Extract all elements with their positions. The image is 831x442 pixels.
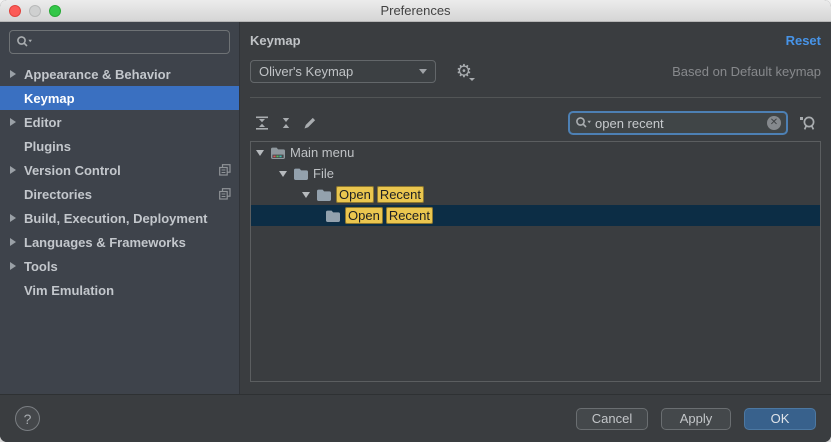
help-button[interactable]: ? xyxy=(15,406,40,431)
collapse-arrow-icon[interactable] xyxy=(279,171,293,177)
tree-row-file[interactable]: File xyxy=(251,163,820,184)
sidebar-item-label: Vim Emulation xyxy=(24,283,114,298)
titlebar: Preferences xyxy=(0,0,831,22)
search-icon xyxy=(575,116,593,130)
clear-search-icon[interactable]: ✕ xyxy=(767,116,781,130)
expand-arrow-icon[interactable] xyxy=(10,70,24,78)
tree-icon-wrap xyxy=(293,167,313,181)
sidebar-item-label: Appearance & Behavior xyxy=(24,67,171,82)
keymap-panel: Keymap Reset Oliver's Keymap ⚙ Based on … xyxy=(240,22,831,394)
tree-icon-wrap xyxy=(316,188,336,202)
sidebar-item-keymap[interactable]: Keymap xyxy=(0,86,239,110)
search-match-highlight: Recent xyxy=(377,186,424,203)
collapse-arrow-icon[interactable] xyxy=(256,150,270,156)
keymap-select-value: Oliver's Keymap xyxy=(259,64,419,79)
sidebar-item-label: Editor xyxy=(24,115,62,130)
expand-arrow-icon[interactable] xyxy=(10,262,24,270)
settings-nav-list: Appearance & Behavior Keymap Editor Plugins… xyxy=(0,62,239,302)
keymap-toolbar: ✕ xyxy=(250,110,821,136)
sidebar-item-label: Directories xyxy=(24,187,92,202)
page-title: Keymap xyxy=(250,33,301,48)
chevron-down-icon xyxy=(469,78,475,81)
search-match-highlight: Open xyxy=(336,186,374,203)
tree-icon-wrap xyxy=(325,209,345,223)
folder-icon xyxy=(316,188,332,202)
header-separator xyxy=(250,97,821,98)
tree-row-label: OpenRecent xyxy=(336,187,427,202)
sidebar-item-appearance-behavior[interactable]: Appearance & Behavior xyxy=(0,62,239,86)
pencil-icon xyxy=(303,116,317,130)
sidebar-item-tools[interactable]: Tools xyxy=(0,254,239,278)
collapse-arrow-icon[interactable] xyxy=(302,192,316,198)
tree-row-main-menu[interactable]: Main menu xyxy=(251,142,820,163)
sidebar-item-editor[interactable]: Editor xyxy=(0,110,239,134)
tree-row-open-recent[interactable]: OpenRecent xyxy=(251,205,820,226)
sidebar-item-directories[interactable]: Directories xyxy=(0,182,239,206)
actions-tree: Main menuFileOpenRecentOpenRecent xyxy=(250,141,821,382)
sidebar-item-label: Version Control xyxy=(24,163,121,178)
tree-row-label: File xyxy=(313,166,334,181)
sidebar-item-vim-emulation[interactable]: Vim Emulation xyxy=(0,278,239,302)
expand-arrow-icon[interactable] xyxy=(10,214,24,222)
search-match-highlight: Open xyxy=(345,207,383,224)
tree-icon-wrap xyxy=(270,146,290,160)
tree-row-label: Main menu xyxy=(290,145,354,160)
sidebar-item-version-control[interactable]: Version Control xyxy=(0,158,239,182)
tree-row-label: OpenRecent xyxy=(345,208,436,223)
expand-all-icon xyxy=(255,116,269,130)
expand-arrow-icon[interactable] xyxy=(10,166,24,174)
main-menu-icon xyxy=(270,146,286,160)
sidebar-item-label: Build, Execution, Deployment xyxy=(24,211,207,226)
sidebar-search-input[interactable] xyxy=(34,34,223,51)
sidebar-item-label: Plugins xyxy=(24,139,71,154)
apply-button[interactable]: Apply xyxy=(661,408,731,430)
chevron-down-icon xyxy=(419,69,427,74)
folder-icon xyxy=(325,209,341,223)
expand-all-button[interactable] xyxy=(250,112,274,134)
keymap-search-field[interactable]: ✕ xyxy=(568,111,788,135)
collapse-all-icon xyxy=(279,116,293,130)
based-on-label: Based on Default keymap xyxy=(672,64,821,79)
find-by-shortcut-button[interactable] xyxy=(795,111,821,135)
sidebar-item-label: Tools xyxy=(24,259,58,274)
folder-icon xyxy=(293,167,309,181)
expand-arrow-icon[interactable] xyxy=(10,238,24,246)
search-match-highlight: Recent xyxy=(386,207,433,224)
sidebar-search-field[interactable] xyxy=(9,30,230,54)
window-title: Preferences xyxy=(0,3,831,18)
shared-settings-icon xyxy=(219,188,231,200)
sidebar-item-build-execution-deployment[interactable]: Build, Execution, Deployment xyxy=(0,206,239,230)
sidebar-item-label: Keymap xyxy=(24,91,75,106)
shared-settings-icon xyxy=(219,164,231,176)
keymap-settings-button[interactable]: ⚙ xyxy=(452,59,476,83)
dialog-footer: ? Cancel Apply OK xyxy=(0,394,831,442)
tree-row-open-recent[interactable]: OpenRecent xyxy=(251,184,820,205)
keymap-select[interactable]: Oliver's Keymap xyxy=(250,60,436,83)
collapse-all-button[interactable] xyxy=(274,112,298,134)
ok-button[interactable]: OK xyxy=(744,408,816,430)
cancel-button[interactable]: Cancel xyxy=(576,408,648,430)
sidebar-item-label: Languages & Frameworks xyxy=(24,235,186,250)
expand-arrow-icon[interactable] xyxy=(10,118,24,126)
edit-shortcut-button[interactable] xyxy=(298,112,322,134)
sidebar-item-languages-frameworks[interactable]: Languages & Frameworks xyxy=(0,230,239,254)
find-by-shortcut-icon xyxy=(799,115,817,132)
preferences-window: Preferences Appearance & Behavior Keymap E… xyxy=(0,0,831,442)
settings-sidebar: Appearance & Behavior Keymap Editor Plugins… xyxy=(0,22,240,394)
search-icon xyxy=(16,35,34,49)
sidebar-item-plugins[interactable]: Plugins xyxy=(0,134,239,158)
reset-link[interactable]: Reset xyxy=(786,33,821,48)
keymap-search-input[interactable] xyxy=(593,115,767,132)
